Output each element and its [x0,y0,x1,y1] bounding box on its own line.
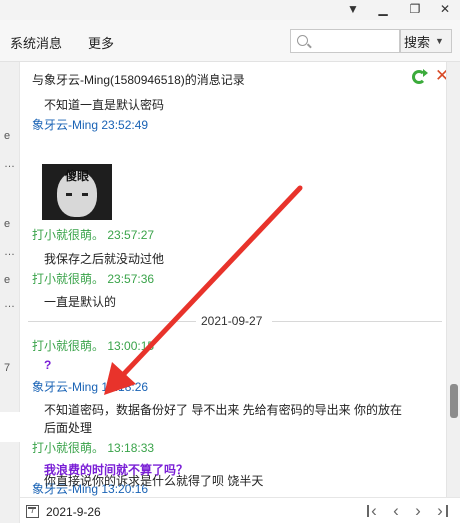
message-sender-line: 打小就很萌。 13:18:33 [32,439,446,456]
refresh-icon[interactable] [412,69,428,84]
search-button-label: 搜索 [404,34,431,50]
sender-name: 象牙云-Ming [32,380,99,394]
left-strip-glyph: e [4,274,11,286]
search-button[interactable]: 搜索 ▼ [400,29,452,53]
chevron-left-icon: ‹ [393,501,399,520]
history-title: 与象牙云-Ming(1580946518)的消息记录 [32,73,245,87]
message-text: 一直是默认的 [44,295,117,309]
footer-date: 2021-9-26 [46,505,101,519]
sender-name: 打小就很萌。 [32,441,105,455]
message-text: 你直接说你的诉求是什么就得了呗 饶半天 [44,474,264,488]
first-page-bar-icon [367,505,369,517]
message-history-panel: 与象牙云-Ming(1580946518)的消息记录 ✕ 不知道一直是默认密码 … [20,62,460,523]
message-text: 我保存之后就没动过他 [44,252,165,266]
message-sender-line: 象牙云-Ming 23:52:49 [32,116,446,133]
dropdown-arrow-icon[interactable]: ▼ [340,0,366,18]
message-sender-line: 象牙云-Ming 13:18:26 [32,378,446,395]
message-text: 不知道密码，数据备份好了 导不出来 先给有密码的导出来 你的放在 [44,403,403,417]
left-strip-glyph: e [4,130,11,142]
window-titlebar: ▼ ▁ ❐ ✕ [0,0,460,20]
message-sender-line: 打小就很萌。 13:00:15 [32,337,446,354]
scrollbar-thumb[interactable] [450,384,458,418]
message-time: 23:57:27 [107,228,155,242]
date-divider: 2021-09-27 [20,314,446,328]
left-strip-glyph: … [4,158,15,170]
message-time: 13:18:26 [101,380,149,394]
left-strip-glyph: 7 [4,362,11,374]
sender-name: 象牙云-Ming [32,118,99,132]
prev-page-button[interactable]: ‹ [386,501,406,521]
vertical-scrollbar[interactable] [446,62,460,497]
close-window-button[interactable]: ✕ [432,0,458,18]
message-time: 13:00:15 [107,339,155,353]
minimize-button[interactable]: ▁ [370,0,396,18]
sticker-image[interactable]: 傻眼 [42,164,112,220]
system-messages-tab[interactable]: 系统消息 [10,33,62,52]
sender-name: 打小就很萌。 [32,228,105,242]
sender-name: 打小就很萌。 [32,339,105,353]
message-time: 23:52:49 [101,118,149,132]
last-page-icon: › [437,501,443,520]
message-list[interactable]: 不知道一直是默认密码 象牙云-Ming 23:52:49 傻眼 打小就很萌。 2… [20,92,446,497]
sender-name: 打小就很萌。 [32,272,105,286]
message-text: 后面处理 [44,421,93,435]
message-time: 13:18:33 [107,441,155,455]
message-text: 不知道一直是默认密码 [44,98,165,112]
search-icon [297,35,308,46]
sticker-caption: 傻眼 [64,169,89,183]
left-strip-glyph: … [4,246,15,258]
history-header: 与象牙云-Ming(1580946518)的消息记录 ✕ [20,62,449,92]
divider-line-right [272,321,442,322]
chevron-down-icon: ▼ [435,36,444,46]
left-strip-selected-item[interactable] [0,412,20,442]
chevron-right-icon: › [415,501,421,520]
last-page-bar-icon [446,505,448,517]
divider-line-left [28,321,196,322]
message-sender-line: 打小就很萌。 23:57:36 [32,270,446,287]
calendar-icon[interactable]: 7 [26,505,39,518]
next-page-button[interactable]: › [408,501,428,521]
search-box [290,29,400,53]
message-time: 23:57:36 [107,272,155,286]
left-strip-glyph: … [4,298,15,310]
more-tab[interactable]: 更多 [88,33,114,52]
first-page-icon: ‹ [371,501,377,520]
maximize-button[interactable]: ❐ [402,0,428,18]
history-footer: 7 2021-9-26 ‹ ‹ › › [20,497,460,523]
left-side-strip: e … e … e … 7 [0,62,20,523]
toolbar: 系统消息 更多 搜索 ▼ [0,20,460,62]
date-divider-label: 2021-09-27 [198,314,266,328]
left-strip-glyph: e [4,218,11,230]
message-text: ? [44,358,52,372]
message-sender-line: 打小就很萌。 23:57:27 [32,226,446,243]
